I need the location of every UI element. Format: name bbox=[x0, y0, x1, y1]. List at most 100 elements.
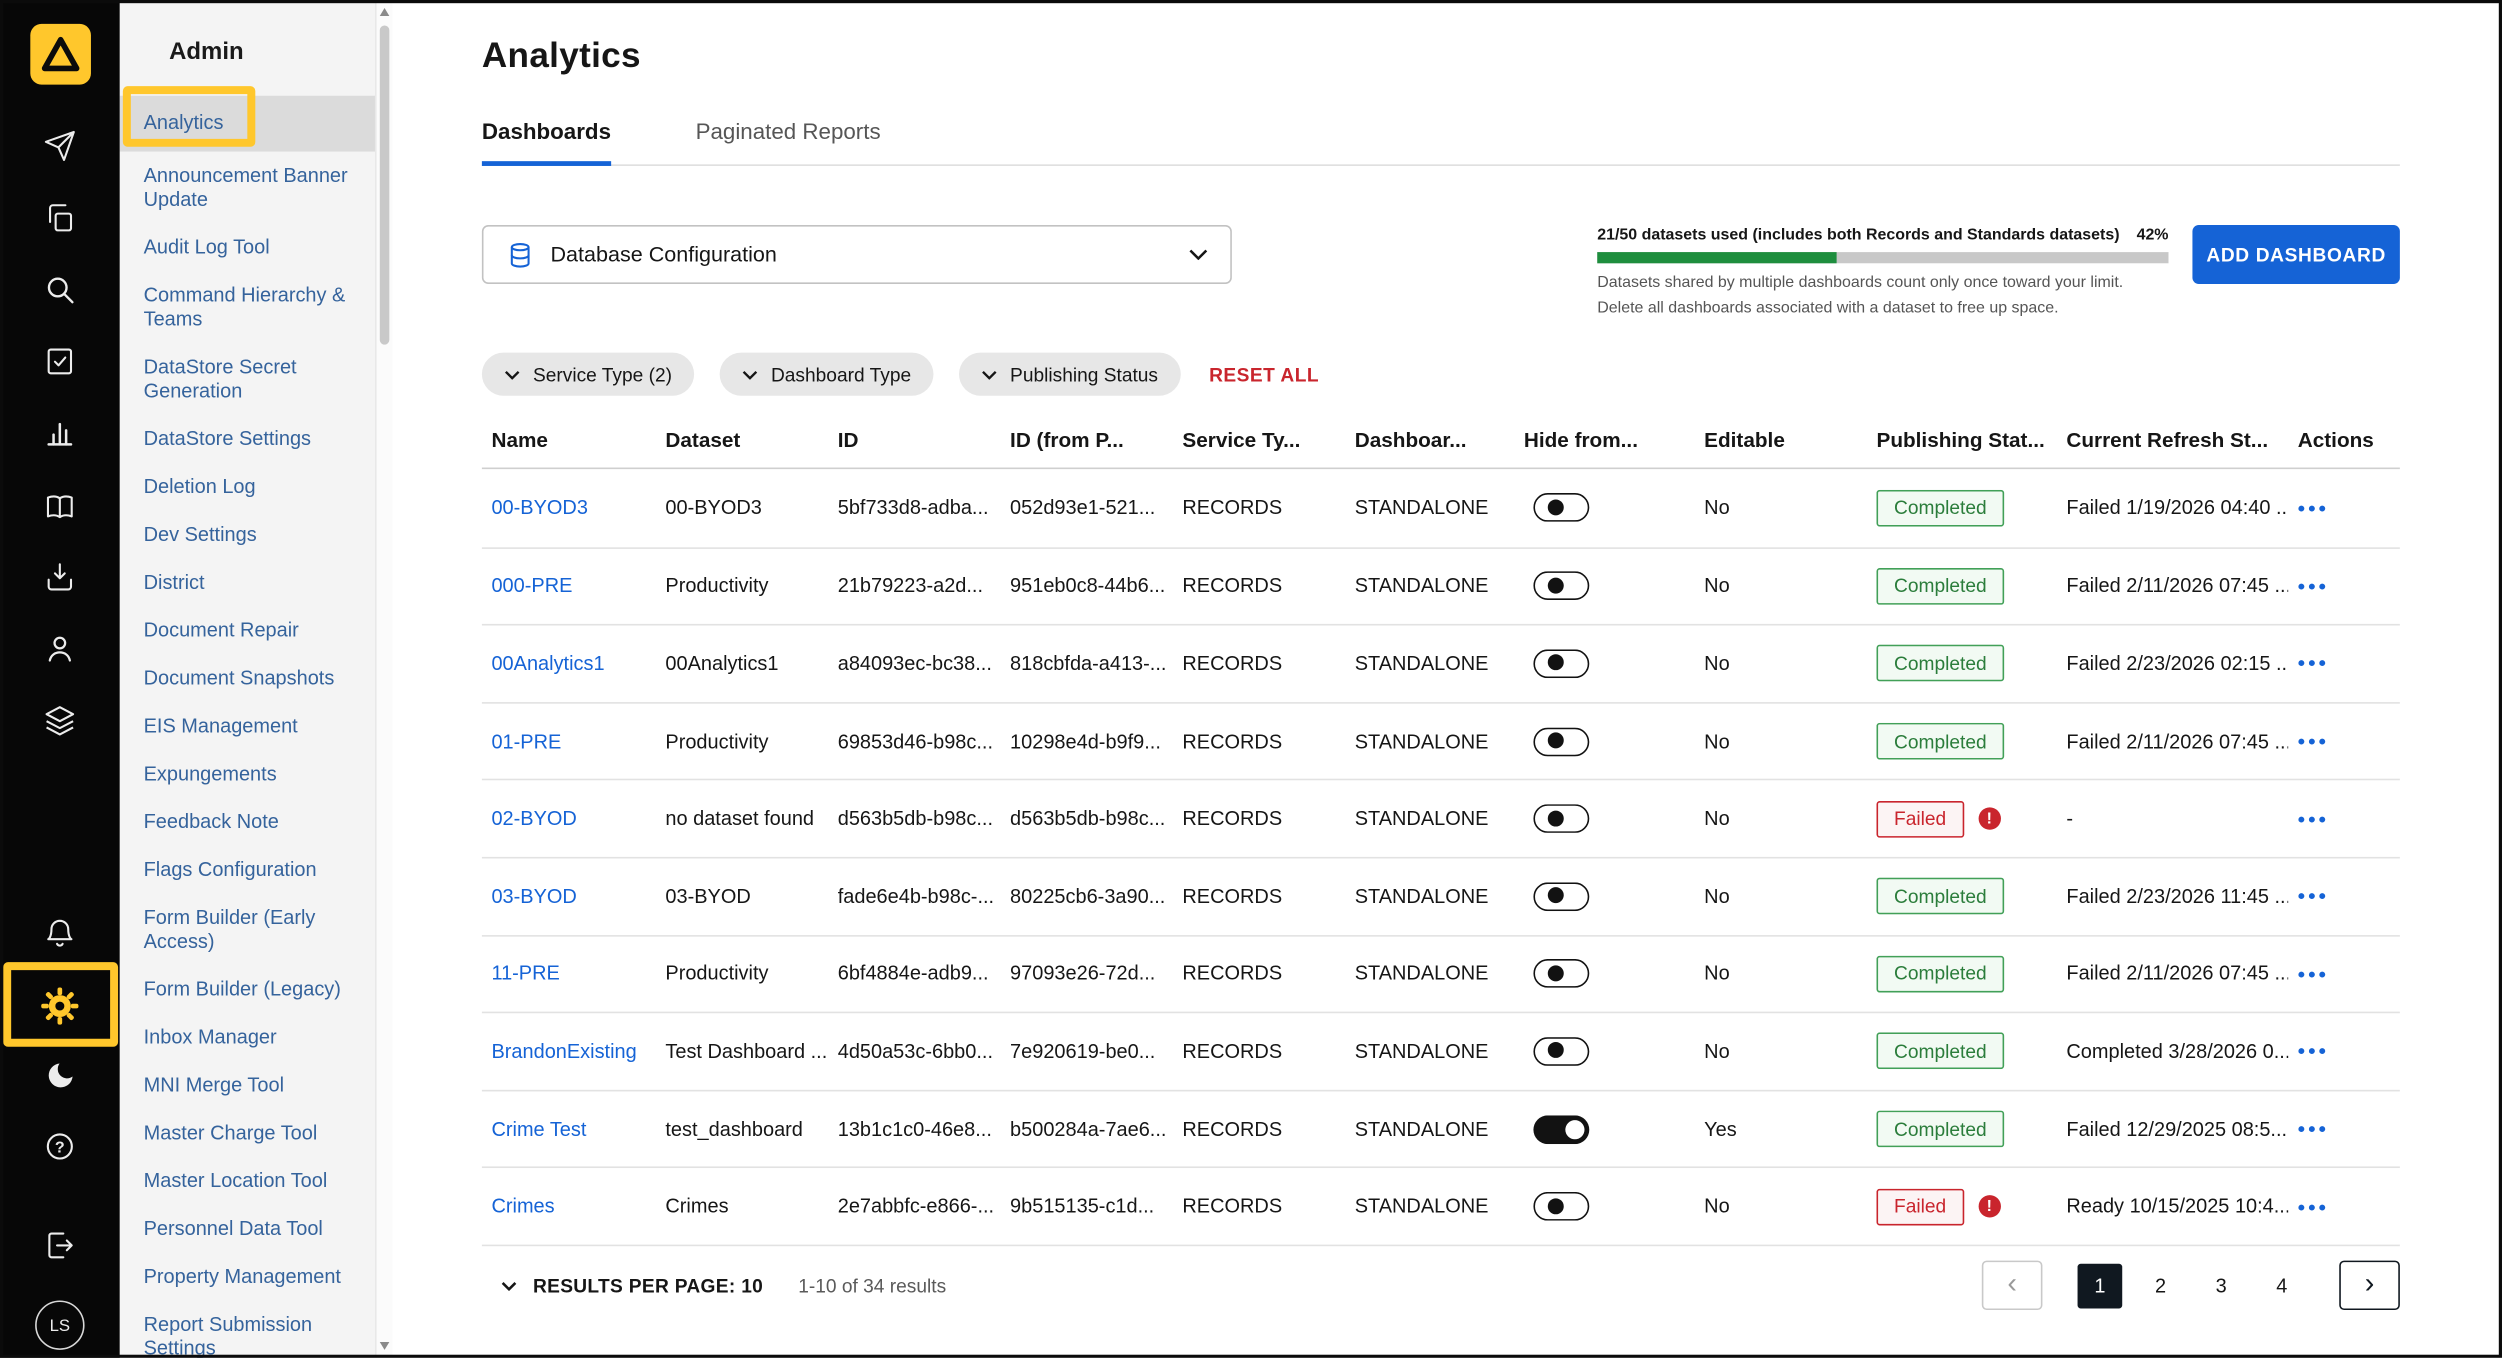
dashboard-name-link[interactable]: 00Analytics1 bbox=[491, 653, 604, 675]
scrollbar-down-arrow[interactable] bbox=[380, 1342, 390, 1350]
row-actions-button[interactable]: ••• bbox=[2298, 574, 2329, 598]
sidebar-item-personnel-data-tool[interactable]: Personnel Data Tool bbox=[120, 1205, 375, 1253]
next-page-button[interactable]: › bbox=[2339, 1261, 2400, 1310]
row-actions-button[interactable]: ••• bbox=[2298, 962, 2329, 986]
dataset-dropdown[interactable]: Database Configuration bbox=[482, 225, 1232, 284]
sidebar-item-master-location-tool[interactable]: Master Location Tool bbox=[120, 1157, 375, 1205]
dashboard-name-link[interactable]: 11-PRE bbox=[491, 963, 559, 985]
dashboard-name-link[interactable]: 000-PRE bbox=[491, 575, 572, 597]
sidebar-item-datastore-settings[interactable]: DataStore Settings bbox=[120, 415, 375, 463]
person-icon[interactable] bbox=[0, 629, 120, 667]
tab-paginated-reports[interactable]: Paginated Reports bbox=[696, 118, 881, 166]
hide-from-toggle[interactable] bbox=[1533, 960, 1589, 989]
toolbar: Database Configuration 21/50 datasets us… bbox=[482, 225, 2400, 318]
export-icon[interactable] bbox=[0, 557, 120, 595]
notifications-bell-icon[interactable] bbox=[0, 913, 120, 951]
hide-from-toggle[interactable] bbox=[1533, 882, 1589, 911]
table-row-11-pre: 11-PREProductivity6bf4884e-adb9...97093e… bbox=[482, 934, 2400, 1012]
library-icon[interactable] bbox=[0, 487, 120, 525]
page-button-1[interactable]: 1 bbox=[2078, 1264, 2123, 1309]
column-header-id-from-p: ID (from P... bbox=[1000, 418, 1172, 467]
scrollbar-up-arrow[interactable] bbox=[380, 8, 390, 16]
hide-from-toggle[interactable] bbox=[1533, 649, 1589, 678]
dashboard-name-link[interactable]: Crimes bbox=[491, 1195, 554, 1217]
editable-cell: No bbox=[1695, 963, 1867, 985]
sidebar-scrollbar[interactable] bbox=[375, 0, 393, 1358]
hide-from-toggle[interactable] bbox=[1533, 1037, 1589, 1066]
sidebar-item-datastore-secret-generation[interactable]: DataStore Secret Generation bbox=[120, 343, 375, 415]
dataset-cell: Productivity bbox=[656, 575, 828, 597]
filter-chip-service-type-2[interactable]: Service Type (2) bbox=[482, 353, 694, 396]
row-actions-button[interactable]: ••• bbox=[2298, 1117, 2329, 1141]
hide-from-toggle[interactable] bbox=[1533, 494, 1589, 523]
sidebar-item-feedback-note[interactable]: Feedback Note bbox=[120, 798, 375, 846]
table-row-000-pre: 000-PREProductivity21b79223-a2d...951eb0… bbox=[482, 547, 2400, 625]
row-actions-button[interactable]: ••• bbox=[2298, 496, 2329, 520]
hide-from-toggle[interactable] bbox=[1533, 804, 1589, 833]
search-icon[interactable] bbox=[0, 270, 120, 308]
sidebar-item-property-management[interactable]: Property Management bbox=[120, 1253, 375, 1301]
page-button-4[interactable]: 4 bbox=[2259, 1264, 2304, 1309]
hide-from-toggle[interactable] bbox=[1533, 1115, 1589, 1144]
sidebar-item-document-repair[interactable]: Document Repair bbox=[120, 606, 375, 654]
dashboard-name-link[interactable]: 02-BYOD bbox=[491, 808, 576, 830]
sidebar-item-announcement-banner-update[interactable]: Announcement Banner Update bbox=[120, 152, 375, 224]
tasks-icon[interactable] bbox=[0, 341, 120, 379]
sidebar-item-analytics[interactable]: Analytics bbox=[120, 96, 375, 152]
page-button-3[interactable]: 3 bbox=[2199, 1264, 2244, 1309]
results-summary: 1-10 of 34 results bbox=[798, 1275, 946, 1297]
hide-from-toggle[interactable] bbox=[1533, 1192, 1589, 1221]
dashboard-name-link[interactable]: 01-PRE bbox=[491, 730, 561, 752]
documents-icon[interactable] bbox=[0, 198, 120, 236]
settings-gear-icon[interactable] bbox=[0, 985, 120, 1026]
dashboard-name-link[interactable]: 00-BYOD3 bbox=[491, 497, 587, 519]
page-button-2[interactable]: 2 bbox=[2138, 1264, 2183, 1309]
dashboard-name-link[interactable]: Crime Test bbox=[491, 1118, 586, 1140]
sidebar-item-audit-log-tool[interactable]: Audit Log Tool bbox=[120, 223, 375, 271]
sidebar-item-report-submission-settings[interactable]: Report Submission Settings bbox=[120, 1300, 375, 1357]
filter-chip-publishing-status[interactable]: Publishing Status bbox=[959, 353, 1180, 396]
reset-all-button[interactable]: RESET ALL bbox=[1209, 363, 1319, 385]
sidebar-item-deletion-log[interactable]: Deletion Log bbox=[120, 463, 375, 511]
scrollbar-thumb[interactable] bbox=[380, 26, 390, 345]
dark-mode-moon-icon[interactable] bbox=[0, 1056, 120, 1094]
sidebar-item-district[interactable]: District bbox=[120, 558, 375, 606]
sidebar-item-form-builder-legacy[interactable]: Form Builder (Legacy) bbox=[120, 965, 375, 1013]
add-dashboard-button[interactable]: ADD DASHBOARD bbox=[2192, 225, 2399, 284]
results-per-page[interactable]: RESULTS PER PAGE: 10 bbox=[533, 1275, 763, 1297]
row-actions-button[interactable]: ••• bbox=[2298, 807, 2329, 831]
row-actions-button[interactable]: ••• bbox=[2298, 652, 2329, 676]
sidebar-item-dev-settings[interactable]: Dev Settings bbox=[120, 511, 375, 559]
sidebar-item-command-hierarchy-teams[interactable]: Command Hierarchy & Teams bbox=[120, 271, 375, 343]
row-actions-button[interactable]: ••• bbox=[2298, 1039, 2329, 1063]
dashboard-name-link[interactable]: 03-BYOD bbox=[491, 885, 576, 907]
dataset-cell: Crimes bbox=[656, 1195, 828, 1217]
hide-from-toggle[interactable] bbox=[1533, 572, 1589, 601]
user-avatar[interactable]: LS bbox=[35, 1300, 84, 1349]
sidebar-item-flags-configuration[interactable]: Flags Configuration bbox=[120, 846, 375, 894]
sidebar-item-document-snapshots[interactable]: Document Snapshots bbox=[120, 654, 375, 702]
filter-chip-dashboard-type[interactable]: Dashboard Type bbox=[720, 353, 934, 396]
logout-icon[interactable] bbox=[0, 1225, 120, 1263]
sidebar-item-eis-management[interactable]: EIS Management bbox=[120, 702, 375, 750]
hide-from-toggle[interactable] bbox=[1533, 727, 1589, 756]
sidebar-item-form-builder-early-access[interactable]: Form Builder (Early Access) bbox=[120, 894, 375, 966]
sidebar-item-inbox-manager[interactable]: Inbox Manager bbox=[120, 1013, 375, 1061]
send-icon[interactable] bbox=[0, 126, 120, 164]
row-actions-button[interactable]: ••• bbox=[2298, 884, 2329, 908]
column-header-dataset: Dataset bbox=[656, 418, 828, 467]
sidebar-item-expungements[interactable]: Expungements bbox=[120, 750, 375, 798]
app-logo[interactable] bbox=[30, 24, 91, 85]
help-icon[interactable]: ? bbox=[0, 1127, 120, 1165]
dashboard-name-link[interactable]: BrandonExisting bbox=[491, 1040, 636, 1062]
sidebar-item-mni-merge-tool[interactable]: MNI Merge Tool bbox=[120, 1061, 375, 1109]
service-type-cell: RECORDS bbox=[1173, 497, 1345, 519]
column-header-hide-from: Hide from... bbox=[1514, 418, 1694, 467]
tab-dashboards[interactable]: Dashboards bbox=[482, 118, 611, 166]
layers-icon[interactable] bbox=[0, 700, 120, 738]
row-actions-button[interactable]: ••• bbox=[2298, 729, 2329, 753]
prev-page-button[interactable]: ‹ bbox=[1982, 1261, 2043, 1310]
sidebar-item-master-charge-tool[interactable]: Master Charge Tool bbox=[120, 1109, 375, 1157]
row-actions-button[interactable]: ••• bbox=[2298, 1195, 2329, 1219]
bar-chart-icon[interactable] bbox=[0, 413, 120, 451]
